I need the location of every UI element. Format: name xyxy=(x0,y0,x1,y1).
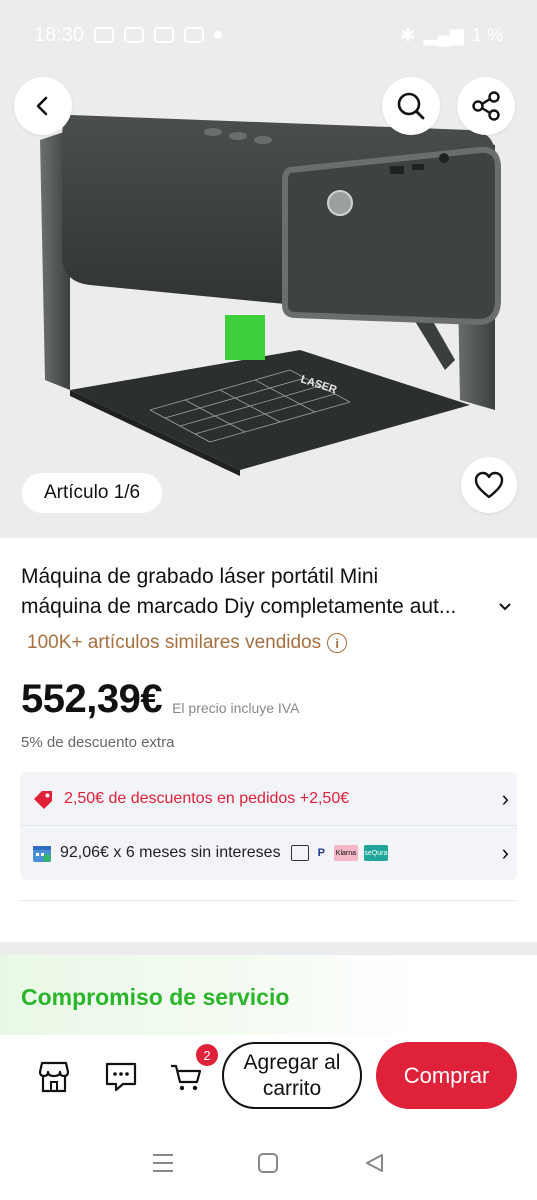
system-back-button[interactable] xyxy=(354,1143,394,1183)
youtube-icon xyxy=(184,27,205,43)
chat-icon xyxy=(105,1062,137,1092)
promo-installments-text: 92,06€ x 6 meses sin intereses xyxy=(60,844,281,861)
triangle-back-icon xyxy=(366,1153,384,1172)
power-button-icon xyxy=(327,190,353,216)
price: 552,39€ xyxy=(21,677,163,721)
product-title[interactable]: Máquina de grabado láser portátil Mini m… xyxy=(21,562,516,622)
card-icon xyxy=(290,845,309,861)
cart-badge: 2 xyxy=(196,1044,218,1066)
bottom-action-bar: 2 Agregar al carrito Comprar xyxy=(0,1035,537,1125)
sold-count[interactable]: 100K+ artículos similares vendidos i xyxy=(27,632,348,654)
paypal-icon: P xyxy=(317,847,325,859)
favorite-button[interactable] xyxy=(461,457,517,513)
product-title-line2: máquina de marcado Diy completamente aut… xyxy=(21,595,457,618)
signal-icon: ▂▄▆ xyxy=(423,24,464,45)
product-page: 18:30 ✱ ▂▄▆ 1 % LASER Artículo 1/6 Máqui… xyxy=(0,0,537,1200)
vat-note: El precio incluye IVA xyxy=(172,700,300,716)
notification-icon xyxy=(124,27,145,43)
laser-head xyxy=(225,315,265,360)
promo-discount-row[interactable]: 2,50€ de descuentos en pedidos +2,50€ › xyxy=(20,772,517,826)
image-counter: Artículo 1/6 xyxy=(22,473,163,513)
share-button[interactable] xyxy=(457,77,515,135)
dot-icon xyxy=(214,31,223,39)
service-title: Compromiso de servicio xyxy=(21,984,290,1010)
status-bar: 18:30 ✱ ▂▄▆ 1 % xyxy=(0,0,537,70)
search-button[interactable] xyxy=(382,77,440,135)
store-button[interactable] xyxy=(34,1057,74,1097)
heart-icon xyxy=(474,471,504,499)
product-image: LASER xyxy=(40,115,501,476)
add-to-cart-button[interactable]: Agregar al carrito xyxy=(222,1042,362,1109)
menu-icon xyxy=(152,1153,173,1172)
promotions-box: 2,50€ de descuentos en pedidos +2,50€ › … xyxy=(20,772,517,880)
promo-installments-row[interactable]: 92,06€ x 6 meses sin intereses P Klarna … xyxy=(20,826,517,880)
home-icon xyxy=(258,1152,279,1173)
product-gallery[interactable]: 18:30 ✱ ▂▄▆ 1 % LASER Artículo 1/6 xyxy=(0,0,537,538)
search-icon xyxy=(397,92,425,120)
buy-now-button[interactable]: Comprar xyxy=(376,1042,517,1109)
battery-level: 1 % xyxy=(471,24,503,45)
payment-logos: P Klarna seQura xyxy=(290,845,388,861)
sequra-icon: seQura xyxy=(363,845,388,861)
promo-discount-text: 2,50€ de descuentos en pedidos +2,50€ xyxy=(64,789,350,807)
chevron-down-icon[interactable] xyxy=(497,601,513,613)
whatsapp-icon xyxy=(94,27,115,43)
price-row: 552,39€ El precio incluye IVA xyxy=(21,677,299,722)
chevron-right-icon: › xyxy=(501,840,509,865)
divider xyxy=(20,900,517,901)
recent-apps-button[interactable] xyxy=(143,1143,183,1183)
share-icon xyxy=(472,91,500,121)
chevron-right-icon: › xyxy=(501,785,509,811)
store-icon xyxy=(38,1061,70,1093)
system-nav-bar xyxy=(0,1125,537,1200)
message-button[interactable] xyxy=(101,1057,141,1097)
bluetooth-icon: ✱ xyxy=(400,24,416,45)
info-icon[interactable]: i xyxy=(327,633,348,653)
sold-count-text: 100K+ artículos similares vendidos xyxy=(27,632,322,653)
section-separator xyxy=(0,942,537,955)
product-title-line1: Máquina de grabado láser portátil Mini xyxy=(21,565,379,588)
back-button[interactable] xyxy=(14,77,72,135)
tag-icon xyxy=(34,790,52,809)
cart-icon xyxy=(171,1064,202,1091)
extra-discount: 5% de descuento extra xyxy=(21,734,175,751)
klarna-icon: Klarna xyxy=(333,845,358,861)
chevron-left-icon xyxy=(36,96,48,116)
home-button[interactable] xyxy=(248,1143,288,1183)
status-time: 18:30 xyxy=(34,23,85,46)
calendar-icon xyxy=(33,846,51,862)
tiktok-icon xyxy=(154,27,175,43)
